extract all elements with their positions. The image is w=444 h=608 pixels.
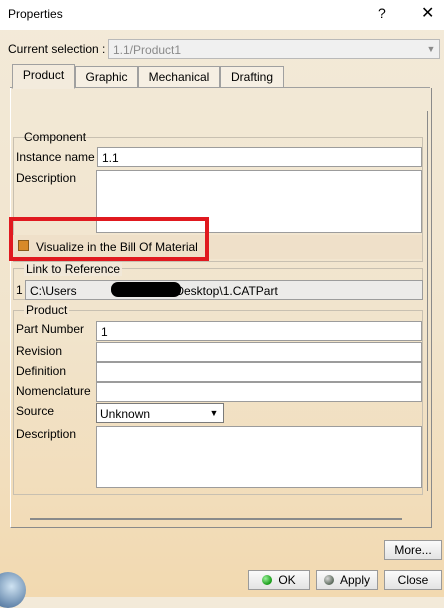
link-index: 1 [16, 283, 23, 297]
nomenclature-field[interactable] [96, 382, 422, 402]
definition-field[interactable] [96, 362, 422, 382]
link-path-field[interactable]: C:\Users \Desktop\1.CATPart [25, 280, 423, 300]
revision-field[interactable] [96, 342, 422, 362]
link-group-label: Link to Reference [24, 262, 123, 276]
apply-button[interactable]: Apply [316, 570, 378, 590]
instance-name-field[interactable]: 1.1 [97, 147, 422, 167]
app-logo-icon [0, 572, 26, 608]
ok-label: OK [278, 573, 296, 587]
tab-drafting[interactable]: Drafting [220, 66, 284, 87]
tab-mechanical[interactable]: Mechanical [138, 66, 220, 87]
revision-label: Revision [16, 344, 63, 358]
redaction-mark [111, 282, 181, 297]
window-title: Properties [8, 7, 63, 21]
component-description-label: Description [16, 171, 77, 185]
instance-name-label: Instance name [16, 150, 95, 164]
product-group-label: Product [24, 303, 70, 317]
link-path-suffix: \Desktop\1.CATPart [172, 284, 278, 298]
part-number-label: Part Number [16, 322, 85, 336]
highlight-box [9, 217, 209, 261]
part-number-field[interactable]: 1 [96, 321, 422, 341]
current-selection-combo[interactable]: 1.1/Product1 ▼ [108, 39, 440, 59]
close-icon[interactable]: ✕ [421, 3, 434, 23]
product-description-field[interactable] [96, 426, 422, 488]
source-select[interactable]: Unknown ▼ [96, 403, 224, 423]
product-description-label: Description [16, 427, 77, 441]
tab-product[interactable]: Product [12, 64, 75, 89]
part-number-value: 1 [101, 325, 108, 339]
tab-graphic[interactable]: Graphic [75, 66, 138, 87]
current-selection-value: 1.1/Product1 [113, 43, 182, 57]
instance-name-value: 1.1 [102, 151, 119, 165]
source-label: Source [16, 404, 55, 418]
current-selection-label: Current selection : [8, 42, 106, 56]
link-path-prefix: C:\Users [30, 284, 77, 298]
apply-label: Apply [339, 573, 371, 587]
help-icon[interactable]: ? [378, 5, 386, 21]
definition-label: Definition [16, 364, 67, 378]
more-button[interactable]: More... [384, 540, 442, 560]
chevron-down-icon[interactable]: ▼ [207, 406, 221, 420]
ok-button[interactable]: OK [248, 570, 310, 590]
nomenclature-label: Nomenclature [16, 384, 91, 398]
apply-led-icon [323, 575, 334, 585]
ok-led-icon [262, 575, 273, 585]
vertical-scrollbar[interactable] [425, 111, 431, 491]
component-group-label: Component [24, 130, 87, 144]
chevron-down-icon[interactable]: ▼ [425, 43, 437, 55]
source-value: Unknown [100, 407, 151, 421]
close-button[interactable]: Close [384, 570, 442, 590]
horizontal-scrollbar[interactable] [30, 518, 402, 520]
